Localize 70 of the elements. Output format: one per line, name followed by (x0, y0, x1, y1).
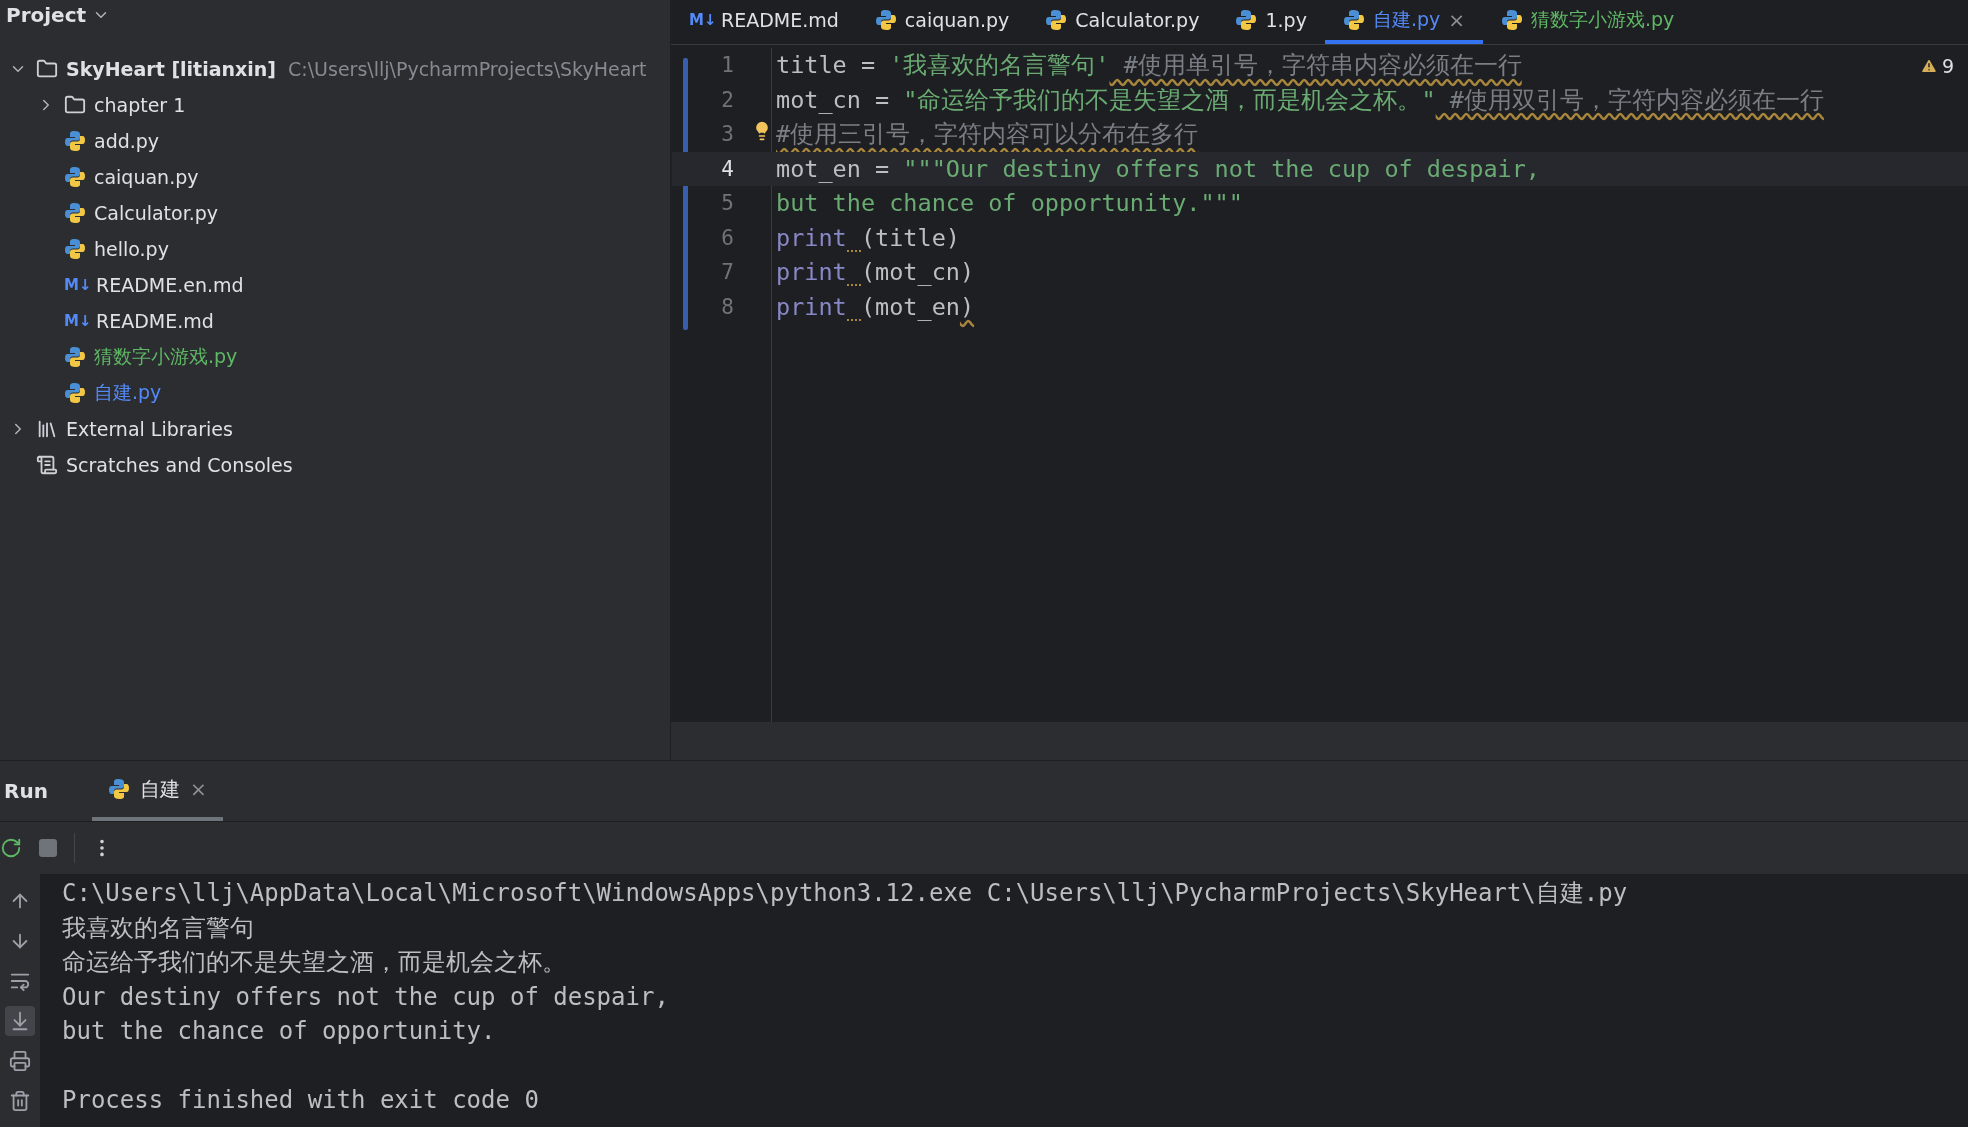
python-icon (874, 9, 897, 31)
warning-icon[interactable] (1919, 57, 1938, 75)
folder-icon (36, 58, 58, 80)
code-line: title = '我喜欢的名言警句' #使用单引号，字符串内容必须在一行 (775, 50, 1522, 82)
scroll-to-end-icon[interactable] (5, 1006, 35, 1036)
python-icon (64, 130, 86, 152)
folder-icon (64, 94, 86, 116)
code-line: #使用三引号，字符内容可以分布在多行 (775, 119, 1199, 151)
rerun-icon[interactable] (0, 837, 22, 859)
run-title: Run (3, 779, 48, 803)
editor-tab[interactable]: 自建.py × (1324, 0, 1483, 44)
stop-icon[interactable] (38, 838, 58, 858)
python-icon (64, 166, 86, 188)
run-tab[interactable]: 自建 × (91, 761, 223, 821)
editor-tab[interactable]: Calculator.py (1027, 0, 1218, 44)
console-output: Our destiny offers not the cup of despair, (62, 981, 670, 1013)
line-number: 7 (720, 260, 734, 285)
python-icon (107, 778, 130, 800)
tree-item[interactable]: README.md (96, 310, 214, 332)
editor-tab[interactable]: 猜数字小游戏.py (1483, 0, 1693, 44)
tree-item[interactable]: 自建.py (94, 380, 162, 406)
console-output: 命运给予我们的不是失望之酒，而是机会之杯。 (62, 947, 567, 978)
console-output: Process finished with exit code 0 (62, 1085, 540, 1116)
python-icon (64, 382, 86, 404)
line-number: 4 (720, 156, 734, 181)
code-line: mot_en = """Our destiny offers not the cup of despair, (775, 154, 1540, 183)
editor-tab[interactable]: 1.py (1217, 0, 1325, 44)
markdown-icon: M↓ (64, 276, 88, 294)
close-icon[interactable]: × (1448, 8, 1465, 32)
python-icon (1342, 9, 1365, 31)
scratches-icon (36, 454, 58, 476)
line-number: 1 (720, 53, 734, 78)
console-output: C:\Users\llj\AppData\Local\Microsoft\WindowsApps\python3.12.exe C:\Users\llj\PycharmProjects\SkyHeart\自建.py (62, 878, 1628, 909)
editor-tab[interactable]: caiquan.py (856, 0, 1028, 44)
close-icon[interactable]: × (189, 777, 207, 801)
line-number: 3 (720, 122, 734, 147)
python-icon (1501, 9, 1523, 31)
project-path: C:\Users\llj\PycharmProjects\SkyHeart (288, 58, 647, 80)
markdown-icon: M↓ (689, 11, 713, 29)
python-icon (64, 202, 86, 224)
tree-item[interactable]: Scratches and Consoles (66, 454, 293, 476)
code-line: mot_cn = "命运给予我们的不是失望之酒，而是机会之杯。" #使用双引号，字符内容必须在一行 (775, 84, 1824, 116)
tree-item[interactable]: hello.py (94, 238, 169, 260)
code-line: print (mot_cn) (775, 258, 975, 287)
markdown-icon: M↓ (64, 312, 88, 330)
tree-item[interactable]: External Libraries (66, 418, 233, 440)
line-number: 2 (720, 87, 734, 112)
python-icon (64, 346, 86, 368)
console-output: 我喜欢的名言警句 (62, 912, 255, 944)
line-number: 5 (720, 191, 734, 216)
panel-title[interactable]: Project (6, 3, 87, 27)
python-icon (1235, 9, 1258, 31)
tree-item[interactable]: Calculator.py (94, 202, 219, 224)
tree-item[interactable]: chapter 1 (94, 94, 186, 116)
code-line: but the chance of opportunity.""" (775, 189, 1243, 218)
code-line: print (title) (775, 223, 960, 252)
warning-count[interactable]: 9 (1941, 55, 1954, 77)
editor-tab[interactable]: M↓ README.md (671, 0, 857, 44)
line-number: 8 (720, 294, 734, 319)
tree-item[interactable]: caiquan.py (94, 166, 199, 188)
console-output: but the chance of opportunity. (62, 1016, 497, 1047)
line-number: 6 (720, 225, 734, 250)
tree-item[interactable]: SkyHeart [litianxin] (66, 58, 276, 80)
tree-item[interactable]: add.py (94, 130, 160, 152)
tree-item[interactable]: README.en.md (96, 274, 244, 296)
python-icon (1045, 9, 1068, 31)
python-icon (64, 238, 86, 260)
library-icon (36, 418, 58, 440)
code-line: print (mot_en) (775, 292, 975, 321)
tree-item[interactable]: 猜数字小游戏.py (94, 344, 238, 370)
